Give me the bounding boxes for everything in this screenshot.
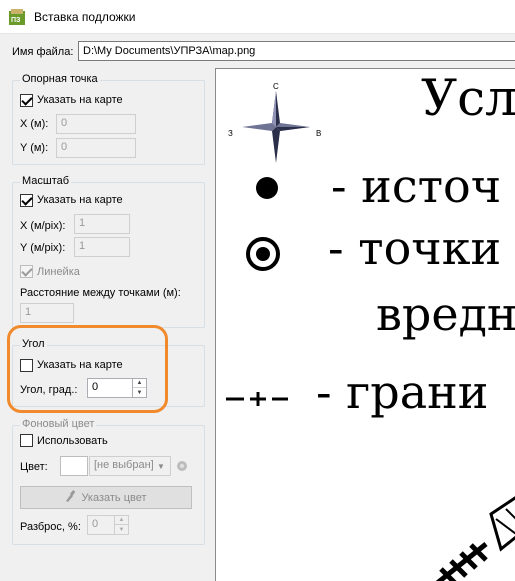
spread-value: 0 — [92, 518, 99, 530]
map-text-line-3: - точки — [328, 221, 502, 275]
svg-text:ПЗ: ПЗ — [11, 17, 21, 24]
map-text-line-2: - источ — [331, 159, 502, 213]
reference-pick-on-map-checkbox[interactable] — [20, 94, 33, 107]
compass-west-label: З — [228, 129, 233, 138]
spread-down-icon[interactable]: ▼ — [115, 525, 128, 534]
scale-x-field[interactable]: 1 — [74, 214, 130, 234]
color-select-value: [не выбран] — [94, 459, 154, 471]
map-preview[interactable]: С З В Усл - источ - точки вредн - грани — [215, 68, 515, 581]
color-swatch[interactable] — [60, 456, 88, 476]
distance-label: Расстояние между точками (м): — [20, 287, 181, 299]
title-separator — [0, 33, 515, 34]
map-drawing-fragment — [435, 496, 515, 581]
reference-pick-on-map-label[interactable]: Указать на карте — [37, 94, 123, 106]
scale-x-label: X (м/pix): — [20, 220, 66, 232]
map-text-line-4: вредн — [376, 287, 515, 341]
compass-east-label: В — [316, 129, 322, 138]
scale-y-label: Y (м/pix): — [20, 242, 66, 254]
app-icon: ПЗ — [9, 9, 25, 25]
compass-icon — [242, 91, 310, 163]
spread-up-icon[interactable]: ▲ — [115, 515, 128, 525]
filename-field[interactable]: D:\My Documents\УПРЗА\map.png — [78, 41, 515, 61]
reference-x-field[interactable]: 0 — [56, 114, 136, 134]
reference-y-label: Y (м): — [20, 142, 49, 154]
reference-x-label: X (м): — [20, 118, 49, 130]
scale-pick-on-map-label[interactable]: Указать на карте — [37, 194, 123, 206]
spread-spinner[interactable]: ▲ ▼ — [114, 515, 128, 535]
scale-y-field[interactable]: 1 — [74, 237, 130, 257]
ruler-checkbox[interactable] — [20, 265, 33, 278]
pick-color-label: Указать цвет — [81, 491, 147, 504]
boundary-line-icon — [226, 392, 288, 406]
pick-color-button[interactable]: Указать цвет — [20, 486, 192, 509]
scale-pick-on-map-checkbox[interactable] — [20, 194, 33, 207]
angle-highlight — [7, 325, 168, 413]
background-color-title: Фоновый цвет — [20, 418, 97, 430]
color-label: Цвет: — [20, 461, 48, 473]
map-text-line-1: Усл — [421, 69, 515, 127]
scale-title: Масштаб — [20, 175, 72, 187]
eyedropper-icon — [65, 490, 76, 505]
use-background-label[interactable]: Использовать — [37, 435, 108, 447]
reference-y-field[interactable]: 0 — [56, 138, 136, 158]
distance-field[interactable]: 1 — [20, 303, 74, 323]
point-ring-icon — [246, 237, 280, 271]
ruler-label: Линейка — [37, 266, 80, 278]
map-text-line-5: - грани — [316, 365, 489, 419]
compass-north-label: С — [273, 82, 279, 91]
spread-field[interactable]: 0 ▲ ▼ — [87, 515, 129, 535]
filename-label: Имя файла: — [12, 46, 74, 58]
spread-label: Разброс, %: — [20, 521, 81, 533]
use-background-checkbox[interactable] — [20, 434, 33, 447]
color-picker-icon[interactable] — [172, 457, 192, 475]
window-title: Вставка подложки — [34, 10, 136, 24]
source-dot-icon — [256, 177, 278, 199]
color-dropdown-icon[interactable]: ▼ — [153, 457, 169, 475]
reference-point-title: Опорная точка — [20, 73, 100, 85]
title-bar: ПЗ Вставка подложки — [0, 0, 515, 34]
